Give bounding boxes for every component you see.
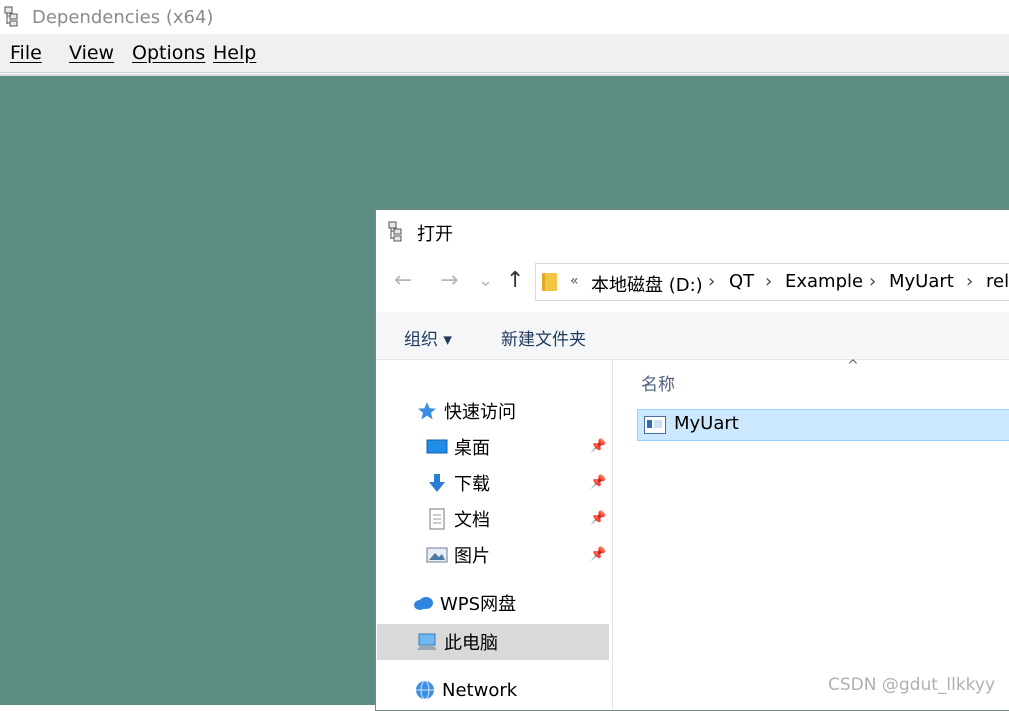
nav-wps-cloud[interactable]: WPS网盘 xyxy=(412,586,516,620)
nav-downloads[interactable]: 下载 xyxy=(426,466,490,500)
breadcrumb-qt[interactable]: QT xyxy=(729,271,754,292)
application-icon xyxy=(644,416,666,434)
star-icon xyxy=(418,402,436,420)
breadcrumb-separator-icon[interactable]: › xyxy=(869,271,876,292)
navigation-row: ← → ⌄ ↑ « 本地磁盘 (D:) › QT › Example › MyU… xyxy=(376,254,1009,312)
pin-icon: 📌 xyxy=(590,439,607,454)
breadcrumb-separator-icon[interactable]: › xyxy=(765,271,772,292)
nav-label: 快速访问 xyxy=(444,402,516,423)
menu-bar: File View Options Help xyxy=(0,34,1009,73)
breadcrumb-drive[interactable]: 本地磁盘 (D:) xyxy=(591,271,703,297)
navigation-pane: 快速访问 桌面 📌 下载 📌 文档 📌 图片 📌 WPS网盘 此电脑 Netwo… xyxy=(376,360,613,710)
nav-network[interactable]: Network xyxy=(414,673,517,707)
pin-icon: 📌 xyxy=(590,547,607,562)
watermark: CSDN @gdut_llkkyy xyxy=(828,675,996,695)
nav-label: 此电脑 xyxy=(444,633,498,654)
breadcrumb-example[interactable]: Example xyxy=(785,271,863,292)
file-list: ^ 名称 MyUart xyxy=(613,358,1009,710)
nav-label: WPS网盘 xyxy=(440,594,517,615)
dependencies-app-icon xyxy=(4,6,18,27)
dependencies-app-icon xyxy=(388,221,402,242)
nav-label: 图片 xyxy=(454,546,490,567)
menu-options[interactable]: Options xyxy=(132,42,205,64)
file-row[interactable]: MyUart xyxy=(637,409,1009,441)
nav-label: 下载 xyxy=(454,474,490,495)
picture-icon xyxy=(426,547,448,563)
nav-this-pc[interactable]: 此电脑 xyxy=(416,625,498,659)
folder-icon xyxy=(542,273,557,291)
computer-icon xyxy=(417,633,437,650)
cloud-icon xyxy=(414,597,433,610)
breadcrumb-release[interactable]: rele xyxy=(986,271,1009,292)
menu-file[interactable]: File xyxy=(10,42,42,64)
overflow-chevron-icon[interactable]: « xyxy=(570,273,579,289)
network-icon xyxy=(416,680,434,700)
pin-icon: 📌 xyxy=(590,475,607,490)
menu-help[interactable]: Help xyxy=(213,42,256,64)
up-arrow-icon[interactable]: ↑ xyxy=(506,268,524,293)
open-file-dialog: 打开 ← → ⌄ ↑ « 本地磁盘 (D:) › QT › Example › … xyxy=(375,209,1009,711)
back-arrow-icon[interactable]: ← xyxy=(394,268,412,293)
forward-arrow-icon[interactable]: → xyxy=(440,268,458,293)
nav-desktop[interactable]: 桌面 xyxy=(426,430,490,464)
breadcrumb-separator-icon[interactable]: › xyxy=(966,271,973,292)
nav-pictures[interactable]: 图片 xyxy=(426,538,490,572)
nav-label: 桌面 xyxy=(454,438,490,459)
address-bar[interactable]: « 本地磁盘 (D:) › QT › Example › MyUart › re… xyxy=(535,263,1009,301)
organize-button[interactable]: 组织 ▾ xyxy=(404,325,452,350)
download-arrow-icon xyxy=(429,474,445,492)
menu-view[interactable]: View xyxy=(69,42,114,64)
pin-icon: 📌 xyxy=(590,511,607,526)
sort-indicator-icon: ^ xyxy=(847,358,859,374)
recent-locations-chevron-icon[interactable]: ⌄ xyxy=(478,270,493,291)
breadcrumb-myuart[interactable]: MyUart xyxy=(889,271,954,292)
column-header-name[interactable]: 名称 xyxy=(641,370,675,395)
desktop-icon xyxy=(426,439,448,454)
dialog-title: 打开 xyxy=(417,224,453,245)
document-icon xyxy=(429,508,445,530)
nav-quick-access[interactable]: 快速访问 xyxy=(416,394,516,428)
file-name: MyUart xyxy=(674,413,739,434)
new-folder-button[interactable]: 新建文件夹 xyxy=(501,325,586,350)
dialog-title-bar: 打开 xyxy=(376,210,1009,254)
window-title: Dependencies (x64) xyxy=(32,6,214,28)
nav-label: 文档 xyxy=(454,510,490,531)
nav-documents[interactable]: 文档 xyxy=(426,502,490,536)
command-bar: 组织 ▾ 新建文件夹 xyxy=(376,312,1009,360)
nav-label: Network xyxy=(442,679,518,701)
app-title-bar: Dependencies (x64) xyxy=(0,0,1009,34)
breadcrumb-separator-icon[interactable]: › xyxy=(708,271,715,292)
